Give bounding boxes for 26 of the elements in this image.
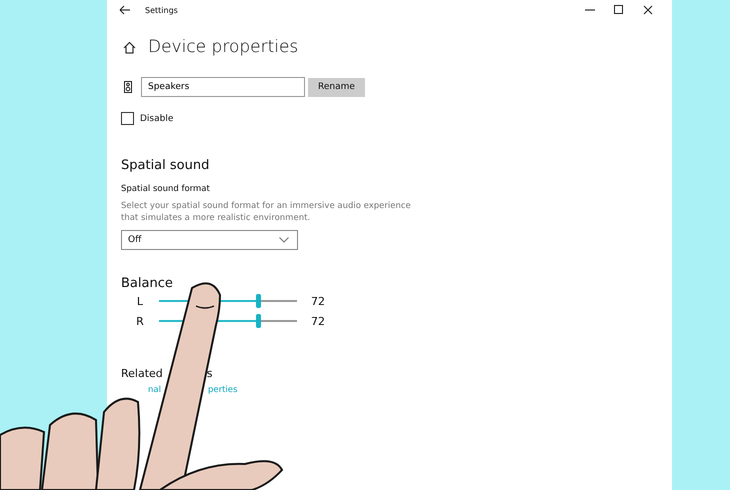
back-icon[interactable] [119,5,131,15]
section-heading: Balance [121,276,174,291]
slider-value: 72 [311,314,325,328]
channel-label: R [135,314,145,328]
field-label: Spatial sound format [121,184,211,194]
channel-label: L [136,294,144,308]
section-heading: Related [121,367,163,380]
close-icon[interactable] [643,5,653,15]
description-text: Select your spatial sound format for an immersive audio experience that simulates a more realistic environment. [121,200,412,224]
slider-thumb[interactable] [256,314,262,328]
rename-button[interactable]: Rename [308,78,365,96]
page-title: Device properties [148,37,298,57]
slider-value: 72 [311,294,325,308]
speaker-icon [123,81,133,93]
dropdown-value: Off [128,235,142,245]
checkbox[interactable] [121,112,134,125]
checkbox-label: Disable [140,114,174,124]
maximize-icon[interactable] [614,5,624,15]
name-field[interactable]: Speakers [141,77,305,97]
format-dropdown[interactable]: Off [121,230,298,250]
section-heading: Spatial sound [121,158,210,173]
slider-thumb[interactable] [256,294,262,308]
home-icon[interactable] [123,40,136,54]
chevron-icon [279,237,289,243]
section-heading: s [206,367,213,380]
window-title: Settings [145,6,178,14]
